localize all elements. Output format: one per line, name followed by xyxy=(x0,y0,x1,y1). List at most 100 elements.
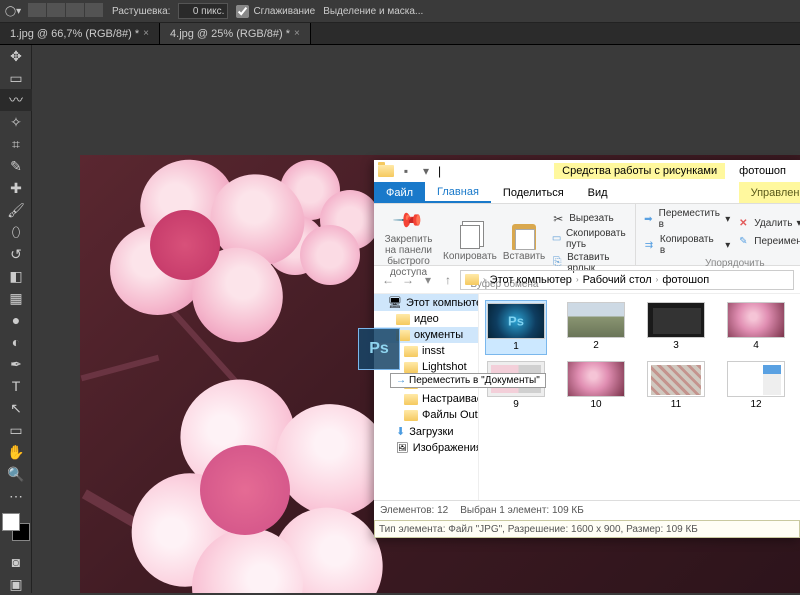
selection-info: Выбран 1 элемент: 109 КБ xyxy=(460,505,584,516)
copy-path-button[interactable]: Скопировать путь xyxy=(551,227,629,251)
copy-to-button[interactable]: ⇉Копировать в▾ xyxy=(642,233,730,257)
document-tab[interactable]: 4.jpg @ 25% (RGB/8#) *× xyxy=(160,23,311,44)
stamp-tool-icon[interactable]: ⬯ xyxy=(0,221,32,243)
rename-button[interactable]: ✎Переименовать xyxy=(736,233,800,249)
path-select-tool-icon[interactable]: ↖ xyxy=(0,397,32,419)
paste-shortcut-icon xyxy=(551,256,563,270)
move-to-button[interactable]: ➡Переместить в▾ xyxy=(642,207,730,231)
selection-mode-group[interactable] xyxy=(28,3,104,20)
ribbon-tab-file[interactable]: Файл xyxy=(374,182,425,203)
breadcrumb-segment[interactable]: фотошоп xyxy=(662,274,709,286)
chevron-down-icon: ▾ xyxy=(796,218,800,229)
close-icon[interactable]: × xyxy=(294,28,300,39)
folder-icon xyxy=(404,394,418,405)
file-item[interactable]: 1 xyxy=(485,300,547,355)
thumbnail xyxy=(727,361,785,397)
folder-icon xyxy=(404,410,418,421)
type-tool-icon[interactable]: T xyxy=(0,375,32,397)
copy-button[interactable]: Копировать xyxy=(443,207,497,278)
file-item[interactable]: 12 xyxy=(725,359,787,412)
cut-button[interactable]: Вырезать xyxy=(551,211,629,227)
chevron-right-icon[interactable]: › xyxy=(656,275,659,284)
file-item[interactable]: 4 xyxy=(725,300,787,355)
eraser-tool-icon[interactable]: ◧ xyxy=(0,265,32,287)
file-item[interactable]: 3 xyxy=(645,300,707,355)
tree-item[interactable]: Настраиваемы xyxy=(374,391,478,407)
images-icon xyxy=(396,442,409,454)
gradient-tool-icon[interactable]: ▦ xyxy=(0,287,32,309)
breadcrumb-segment[interactable]: Рабочий стол xyxy=(583,274,652,286)
file-explorer-window: ▪ ▾ | Средства работы с рисунками фотошо… xyxy=(374,160,800,538)
ribbon-tab-manage[interactable]: Управление xyxy=(739,182,800,203)
tree-item[interactable]: Файлы Outloo xyxy=(374,407,478,423)
lasso-tool-icon[interactable]: 〰 xyxy=(0,89,32,111)
nav-tree: Этот компьютер идео окументы insst Light… xyxy=(374,294,479,500)
pin-to-quick-access-button[interactable]: 📌Закрепить на панели быстрого доступа xyxy=(380,207,437,278)
eyedropper-tool-icon[interactable]: ✎ xyxy=(0,155,32,177)
tree-item-this-pc[interactable]: Этот компьютер xyxy=(374,294,478,311)
dodge-tool-icon[interactable]: ◐ xyxy=(0,331,32,353)
tree-item-downloads[interactable]: Загрузки xyxy=(374,423,478,440)
chevron-right-icon[interactable]: › xyxy=(483,275,486,284)
recent-chevron-icon[interactable]: ▾ xyxy=(420,273,436,287)
quick-mask-icon[interactable]: ◙ xyxy=(0,551,32,573)
feather-input[interactable] xyxy=(178,3,228,19)
lasso-dropdown-icon[interactable]: ◯▾ xyxy=(6,4,20,18)
healing-tool-icon[interactable]: ✚ xyxy=(0,177,32,199)
crop-tool-icon[interactable]: ⌗ xyxy=(0,133,32,155)
paste-icon xyxy=(510,224,538,250)
tool-strip: ✥ ▭ 〰 ✧ ⌗ ✎ ✚ 🖌 ⬯ ↺ ◧ ▦ ● ◐ ✒ T ↖ ▭ ✋ 🔍 … xyxy=(0,45,32,593)
up-button[interactable]: ↑ xyxy=(440,273,456,287)
ps-options-bar: ◯▾ Растушевка: Сглаживание Выделение и м… xyxy=(0,0,800,23)
ribbon-tab-bar: Файл Главная Поделиться Вид Управление xyxy=(374,182,800,204)
folder-icon xyxy=(378,163,394,179)
antialias-checkbox[interactable]: Сглаживание xyxy=(236,5,315,18)
ribbon-group-label: Упорядочить xyxy=(642,257,800,269)
hand-tool-icon[interactable]: ✋ xyxy=(0,441,32,463)
shape-tool-icon[interactable]: ▭ xyxy=(0,419,32,441)
blur-tool-icon[interactable]: ● xyxy=(0,309,32,331)
move-arrow-icon: → xyxy=(396,375,406,386)
move-to-icon: ➡ xyxy=(642,212,655,226)
chevron-down-icon[interactable]: ▾ xyxy=(418,163,434,179)
brush-tool-icon[interactable]: 🖌 xyxy=(0,199,32,221)
screen-mode-icon[interactable]: ▣ xyxy=(0,573,32,595)
zoom-tool-icon[interactable]: 🔍 xyxy=(0,463,32,485)
overflow-icon[interactable]: ▪ xyxy=(398,163,414,179)
history-brush-tool-icon[interactable]: ↺ xyxy=(0,243,32,265)
file-grid[interactable]: 1 2 3 4 9 10 11 12 xyxy=(479,294,800,500)
close-icon[interactable]: × xyxy=(143,28,149,39)
delete-button[interactable]: ✕Удалить▾ xyxy=(736,215,800,231)
ribbon: 📌Закрепить на панели быстрого доступа Ко… xyxy=(374,204,800,266)
paste-button[interactable]: Вставить xyxy=(503,207,545,278)
thumbnail xyxy=(487,303,545,339)
explorer-title-bar[interactable]: ▪ ▾ | Средства работы с рисунками фотошо… xyxy=(374,160,800,182)
pen-tool-icon[interactable]: ✒ xyxy=(0,353,32,375)
tree-item-images[interactable]: Изображения xyxy=(374,440,478,456)
move-tool-icon[interactable]: ✥ xyxy=(0,45,32,67)
folder-icon xyxy=(396,314,410,325)
color-swatches[interactable] xyxy=(2,513,30,541)
ribbon-tab-home[interactable]: Главная xyxy=(425,182,491,203)
chevron-right-icon[interactable]: › xyxy=(576,275,579,284)
breadcrumb-segment[interactable]: Этот компьютер xyxy=(490,274,572,286)
tree-item-videos[interactable]: идео xyxy=(374,311,478,327)
ribbon-tab-share[interactable]: Поделиться xyxy=(491,182,576,203)
magic-wand-tool-icon[interactable]: ✧ xyxy=(0,111,32,133)
file-item[interactable]: 11 xyxy=(645,359,707,412)
marquee-tool-icon[interactable]: ▭ xyxy=(0,67,32,89)
file-item[interactable]: 2 xyxy=(565,300,627,355)
more-tools-icon[interactable]: ⋯ xyxy=(0,485,32,507)
ribbon-tab-view[interactable]: Вид xyxy=(576,182,620,203)
back-button[interactable]: ← xyxy=(380,273,396,287)
document-tab[interactable]: 1.jpg @ 66,7% (RGB/8#) *× xyxy=(0,23,160,44)
downloads-icon xyxy=(396,425,405,438)
copy-to-icon: ⇉ xyxy=(642,238,656,252)
status-bar: Элементов: 12 Выбран 1 элемент: 109 КБ xyxy=(374,500,800,520)
file-item[interactable]: 10 xyxy=(565,359,627,412)
forward-button[interactable]: → xyxy=(400,273,416,287)
address-bar[interactable]: › Этот компьютер › Рабочий стол › фотошоп xyxy=(460,270,794,290)
rename-icon: ✎ xyxy=(736,234,750,248)
divider: | xyxy=(438,164,441,178)
select-and-mask-button[interactable]: Выделение и маска... xyxy=(323,6,423,17)
